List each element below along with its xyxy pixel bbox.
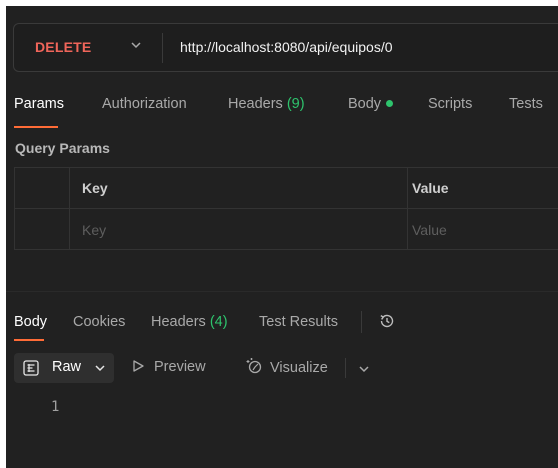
tab-tests[interactable]: Tests	[509, 96, 543, 112]
preview-label: Preview	[154, 359, 206, 375]
active-tab-underline	[14, 126, 58, 128]
response-tab-headers[interactable]: Headers (4)	[151, 314, 228, 330]
query-params-table: Key Value Key Value	[14, 167, 558, 250]
query-params-title: Query Params	[15, 140, 110, 156]
tab-label: Params	[14, 96, 64, 112]
format-select[interactable]: Raw	[14, 353, 114, 383]
tab-label: Tests	[509, 96, 543, 112]
tab-params[interactable]: Params	[14, 96, 64, 112]
raw-format-icon	[23, 360, 39, 376]
tab-label: Headers	[228, 96, 283, 112]
visualize-label: Visualize	[270, 359, 328, 376]
format-label: Raw	[52, 359, 82, 375]
response-headers-count: (4)	[209, 314, 228, 330]
tab-body[interactable]: Body	[348, 96, 394, 112]
body-indicator-dot	[386, 99, 394, 107]
key-input[interactable]: Key	[82, 222, 106, 238]
url-input[interactable]: http://localhost:8080/api/equipos/0	[180, 39, 393, 55]
line-number: 1	[51, 399, 60, 415]
divider	[162, 33, 163, 63]
request-bar: DELETE http://localhost:8080/api/equipos…	[13, 23, 558, 72]
response-tab-body[interactable]: Body	[14, 314, 47, 330]
chevron-down-icon[interactable]	[358, 363, 370, 375]
active-response-tab-underline	[14, 339, 44, 341]
response-tab-test-results[interactable]: Test Results	[259, 314, 338, 330]
response-tab-cookies[interactable]: Cookies	[73, 314, 125, 330]
chevron-down-icon[interactable]	[130, 39, 142, 51]
tab-label: Headers	[151, 314, 206, 330]
visualize-button[interactable]: Visualize	[245, 358, 328, 377]
value-column-header: Value	[412, 180, 449, 196]
tab-authorization[interactable]: Authorization	[102, 96, 187, 112]
visualize-icon	[246, 358, 262, 374]
tab-label: Scripts	[428, 96, 473, 112]
play-icon	[133, 360, 144, 372]
method-select[interactable]: DELETE	[35, 39, 91, 55]
divider	[345, 358, 346, 378]
table-divider	[15, 208, 558, 209]
table-divider	[69, 168, 70, 249]
request-tabs: Params Authorization Headers (9) Body Sc…	[6, 96, 558, 126]
tab-label: Body	[348, 96, 382, 112]
chevron-down-icon	[95, 365, 105, 372]
table-divider	[407, 168, 408, 249]
panel-divider	[6, 291, 558, 292]
preview-button[interactable]: Preview	[131, 359, 206, 375]
key-column-header: Key	[82, 180, 108, 196]
tab-label: Authorization	[102, 96, 187, 112]
tab-scripts[interactable]: Scripts	[428, 96, 472, 112]
history-icon[interactable]	[378, 312, 396, 330]
divider	[361, 311, 362, 333]
tab-headers[interactable]: Headers (9)	[228, 96, 305, 112]
postman-request-panel: DELETE http://localhost:8080/api/equipos…	[6, 6, 558, 468]
value-input[interactable]: Value	[412, 222, 447, 238]
headers-count: (9)	[286, 96, 305, 112]
